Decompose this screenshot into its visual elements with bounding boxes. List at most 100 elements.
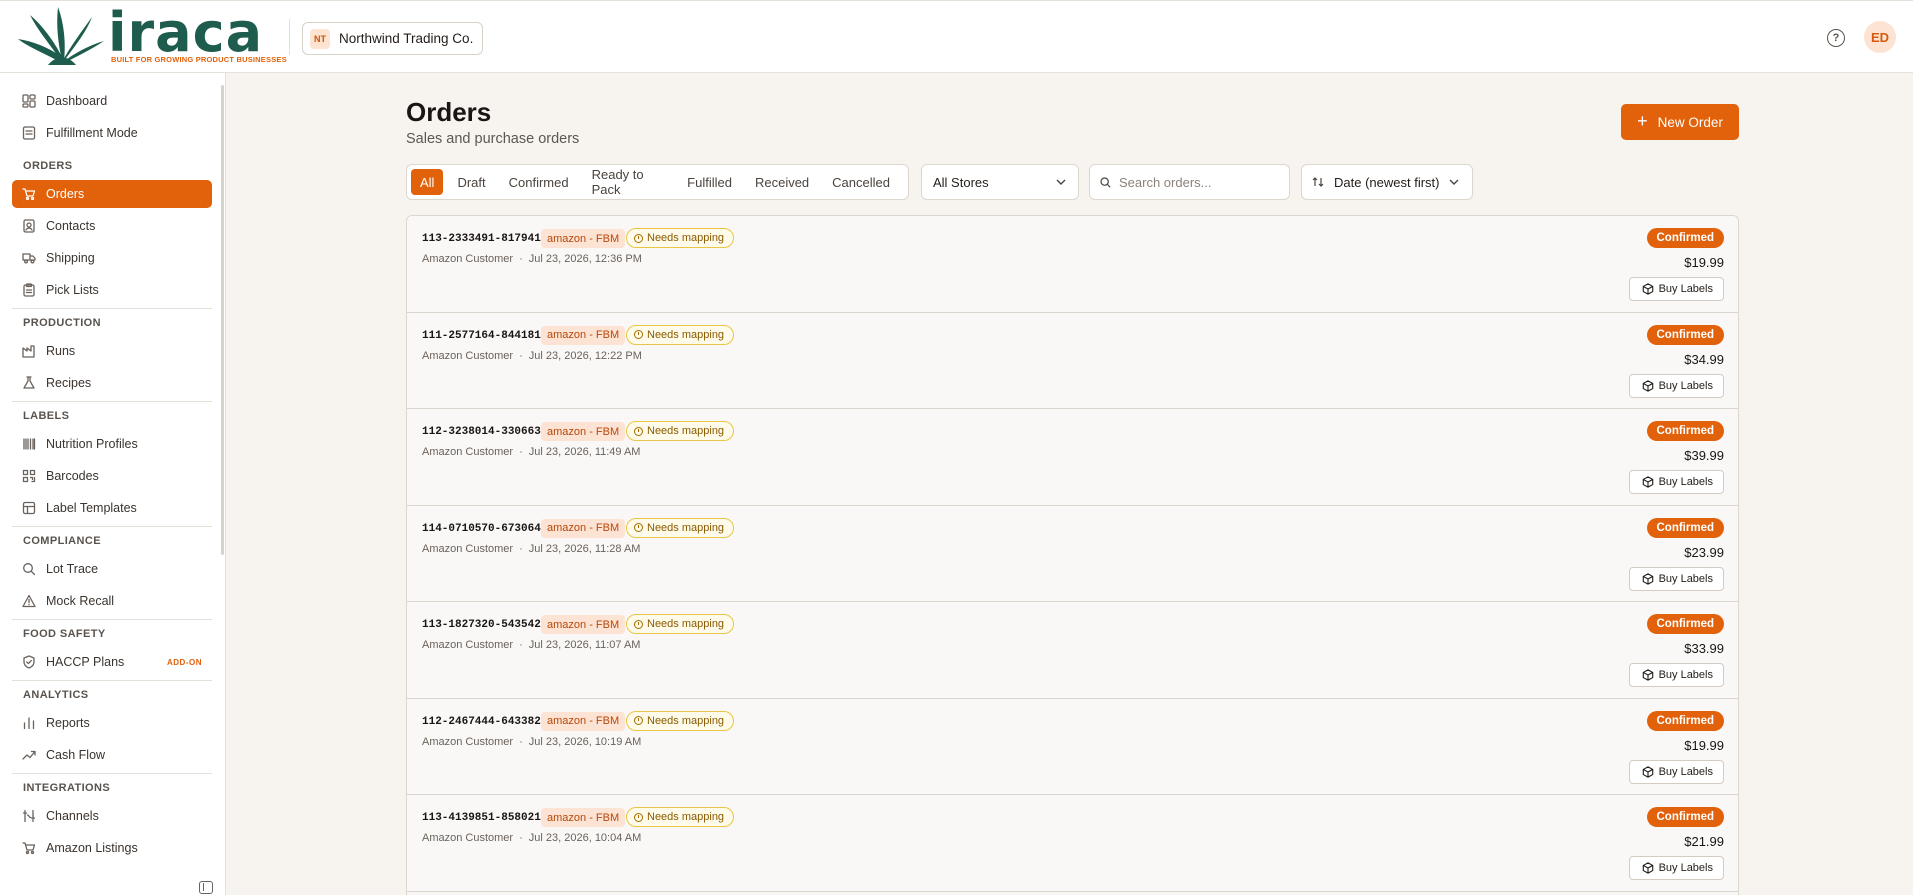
brand-logo[interactable]: iraca BUILT FOR GROWING PRODUCT BUSINESS…	[18, 3, 287, 67]
order-row[interactable]: 113-1827320-5435427 amazon - FBM Needs map…	[407, 602, 1738, 699]
needs-mapping-badge[interactable]: Needs mapping	[626, 517, 735, 538]
sidebar-item-lot-trace[interactable]: Lot Trace	[12, 555, 212, 583]
order-customer: Amazon Customer	[422, 253, 514, 265]
order-row[interactable]: 111-2577164-8441815 amazon - FBM Needs map…	[407, 312, 1738, 409]
sidebar-item-label: Fulfillment Mode	[46, 126, 138, 140]
tab-ready-to-pack[interactable]: Ready to Pack	[583, 167, 674, 197]
buy-labels-button[interactable]: Buy Labels	[1628, 566, 1724, 591]
sidebar-section-integrations: INTEGRATIONS	[12, 773, 212, 800]
buy-labels-button[interactable]: Buy Labels	[1628, 663, 1724, 687]
tab-draft[interactable]: Draft	[448, 169, 494, 195]
tab-received[interactable]: Received	[746, 169, 818, 195]
channel-tag: amazon - FBM	[541, 518, 626, 538]
status-badge: Confirmed	[1646, 614, 1724, 634]
order-meta: Amazon Customer · Jul 23, 2026, 12:36 PM	[422, 253, 642, 265]
org-switcher[interactable]: NT Northwind Trading Co.	[302, 22, 484, 55]
sidebar-item-recipes[interactable]: Recipes	[12, 369, 212, 397]
status-badge: Confirmed	[1646, 710, 1724, 731]
channels-icon	[22, 809, 36, 823]
clock-icon	[634, 233, 643, 243]
needs-mapping-badge[interactable]: Needs mapping	[626, 807, 735, 827]
needs-mapping-badge[interactable]: Needs mapping	[626, 421, 735, 441]
needs-mapping-badge[interactable]: Needs mapping	[626, 614, 735, 634]
sidebar-item-dashboard[interactable]: Dashboard	[12, 87, 212, 115]
needs-mapping-badge[interactable]: Needs mapping	[626, 710, 735, 731]
package-icon	[1642, 862, 1653, 874]
order-row[interactable]: 113-2333491-8179414 amazon - FBM Needs map…	[407, 216, 1738, 313]
needs-mapping-badge[interactable]: Needs mapping	[626, 228, 735, 248]
buy-labels-label: Buy Labels	[1658, 862, 1713, 874]
sidebar-item-mock-recall[interactable]: Mock Recall	[12, 587, 212, 615]
buy-labels-button[interactable]: Buy Labels	[1628, 277, 1724, 301]
sidebar-item-nutrition-profiles[interactable]: Nutrition Profiles	[12, 430, 212, 458]
new-order-button[interactable]: + New Order	[1621, 104, 1739, 140]
sidebar-item-channels[interactable]: Channels	[12, 802, 212, 830]
sidebar-item-cash-flow[interactable]: Cash Flow	[12, 741, 212, 769]
order-meta: Amazon Customer · Jul 23, 2026, 10:04 AM	[422, 832, 641, 844]
sidebar-item-label: Amazon Listings	[46, 841, 138, 855]
sidebar-item-label: Orders	[46, 187, 85, 201]
plus-icon: +	[1637, 111, 1648, 131]
sidebar-item-amazon-listings[interactable]: Amazon Listings	[12, 834, 212, 862]
buy-labels-label: Buy Labels	[1658, 283, 1713, 295]
tab-fulfilled[interactable]: Fulfilled	[678, 169, 741, 195]
sidebar-section-food-safety: FOOD SAFETY	[12, 619, 212, 646]
clock-icon	[634, 523, 643, 532]
sidebar-nav: Dashboard Fulfillment Mode ORDERS Orders Con…	[12, 87, 212, 866]
sidebar-item-contacts[interactable]: Contacts	[12, 212, 212, 240]
order-id: 112-3238014-3306631	[422, 426, 548, 438]
page-title: Orders	[406, 97, 492, 127]
sidebar-item-label-templates[interactable]: Label Templates	[12, 494, 212, 522]
sort-select[interactable]: Date (newest first)	[1301, 164, 1473, 200]
help-icon[interactable]: ?	[1827, 29, 1845, 47]
buy-labels-button[interactable]: Buy Labels	[1628, 856, 1724, 880]
sidebar-section-analytics: ANALYTICS	[12, 680, 212, 707]
sidebar-item-label: Pick Lists	[46, 283, 99, 297]
template-icon	[22, 501, 36, 515]
shield-icon	[22, 655, 36, 669]
order-customer: Amazon Customer	[422, 542, 514, 555]
needs-mapping-label: Needs mapping	[647, 232, 725, 244]
meta-separator: ·	[519, 735, 523, 748]
tab-cancelled[interactable]: Cancelled	[823, 169, 899, 195]
sidebar-item-barcodes[interactable]: Barcodes	[12, 462, 212, 490]
buy-labels-label: Buy Labels	[1658, 476, 1713, 488]
order-row[interactable]: 112-3238014-3306631 amazon - FBM Needs map…	[407, 409, 1738, 506]
tab-all[interactable]: All	[411, 169, 444, 195]
order-amount: $34.99	[1684, 351, 1724, 367]
sidebar-item-shipping[interactable]: Shipping	[12, 244, 212, 272]
buy-labels-button[interactable]: Buy Labels	[1628, 373, 1724, 398]
contacts-icon	[22, 219, 36, 233]
sidebar-scrollbar[interactable]	[221, 85, 224, 555]
channel-tag: amazon - FBM	[541, 711, 626, 731]
needs-mapping-badge[interactable]: Needs mapping	[626, 324, 735, 345]
fulfillment-icon	[22, 126, 36, 140]
search-input[interactable]	[1119, 174, 1279, 190]
sidebar-item-haccp-plans[interactable]: HACCP Plans ADD-ON	[12, 648, 212, 676]
user-avatar[interactable]: ED	[1864, 21, 1896, 53]
buy-labels-button[interactable]: Buy Labels	[1628, 470, 1724, 494]
sidebar-item-fulfillment-mode[interactable]: Fulfillment Mode	[12, 119, 212, 147]
order-id: 112-2467444-6433829	[422, 715, 548, 728]
order-row[interactable]: 114-0710570-6730640 amazon - FBM Needs map…	[407, 505, 1738, 602]
order-amount: $39.99	[1684, 448, 1724, 463]
status-badge: Confirmed	[1646, 517, 1724, 538]
status-badge: Confirmed	[1646, 421, 1724, 441]
flask-icon	[22, 376, 36, 390]
meta-separator: ·	[519, 446, 523, 458]
sidebar-item-runs[interactable]: Runs	[12, 337, 212, 365]
channel-tag: amazon - FBM	[541, 615, 626, 634]
sidebar-item-reports[interactable]: Reports	[12, 709, 212, 737]
order-amount: $21.99	[1684, 834, 1724, 849]
sidebar-item-pick-lists[interactable]: Pick Lists	[12, 276, 212, 304]
sidebar-item-orders[interactable]: Orders	[12, 180, 212, 208]
buy-labels-button[interactable]: Buy Labels	[1628, 759, 1724, 784]
needs-mapping-label: Needs mapping	[647, 425, 725, 437]
store-select[interactable]: All Stores	[921, 164, 1079, 200]
order-row[interactable]: 112-2467444-6433829 amazon - FBM Needs map…	[407, 698, 1738, 795]
order-row[interactable]: 113-4139851-8580211 amazon - FBM Needs map…	[407, 795, 1738, 892]
tab-confirmed[interactable]: Confirmed	[500, 169, 578, 195]
sidebar-collapse-icon[interactable]	[199, 881, 213, 894]
bar-chart-icon	[22, 716, 36, 730]
status-badge: Confirmed	[1646, 807, 1724, 827]
